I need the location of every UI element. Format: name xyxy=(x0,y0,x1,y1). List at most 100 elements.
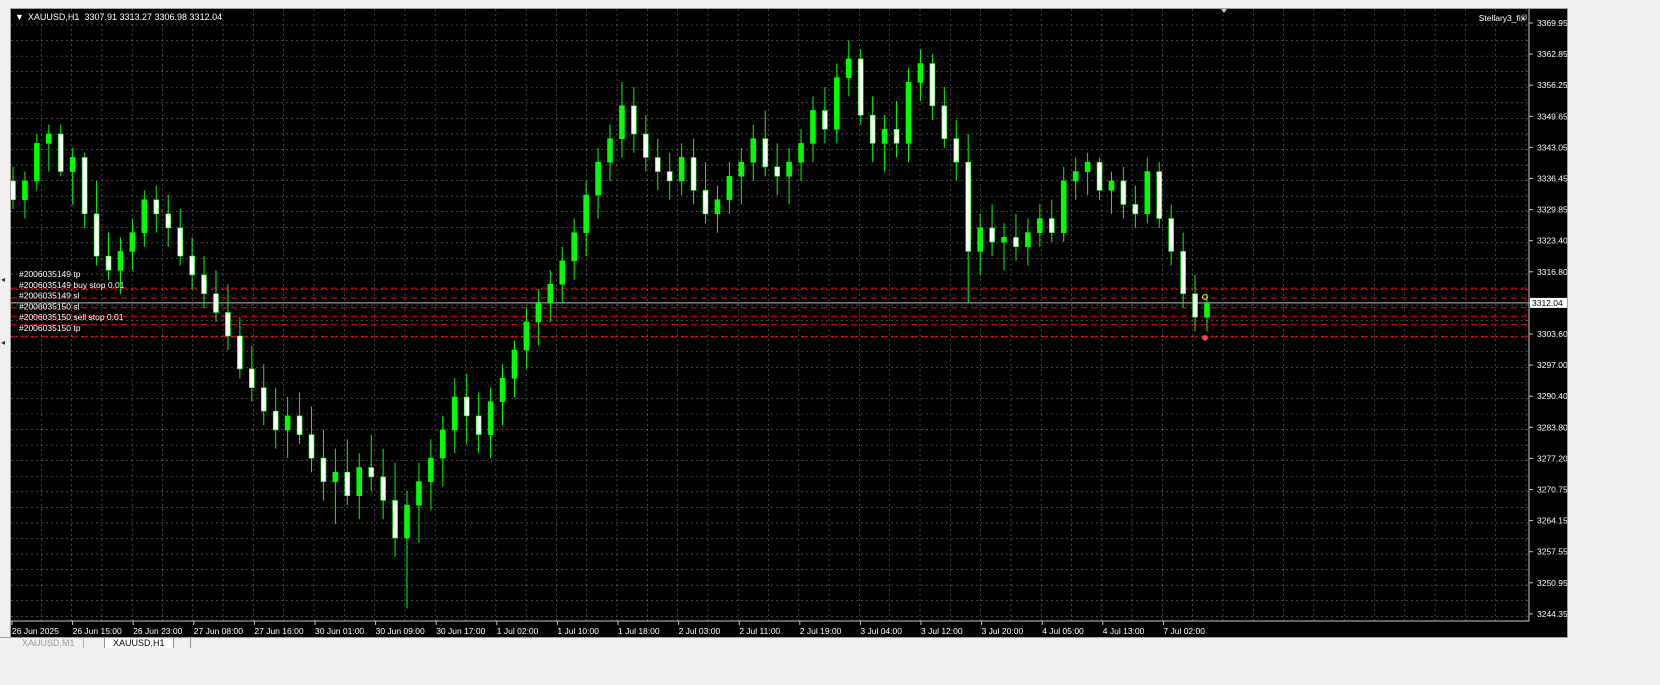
candle-body[interactable] xyxy=(523,321,530,351)
candle-body[interactable] xyxy=(726,175,733,201)
candle-body[interactable] xyxy=(93,213,100,257)
candle-body[interactable] xyxy=(475,415,482,435)
candle-body[interactable] xyxy=(834,77,840,130)
candle-body[interactable] xyxy=(404,504,410,539)
candle-body[interactable] xyxy=(1180,251,1186,295)
candle-body[interactable] xyxy=(392,500,398,539)
candle-body[interactable] xyxy=(690,157,697,191)
candle-body[interactable] xyxy=(284,415,291,431)
candle-body[interactable] xyxy=(165,213,172,229)
candle-body[interactable] xyxy=(46,133,52,144)
tab-xauusd-h1[interactable]: XAUUSD,H1 xyxy=(104,638,174,648)
candle-body[interactable] xyxy=(1060,180,1067,233)
candle-body[interactable] xyxy=(631,105,637,135)
candle-body[interactable] xyxy=(356,467,363,497)
candle-body[interactable] xyxy=(320,457,327,482)
candle-body[interactable] xyxy=(177,227,183,257)
candle-body[interactable] xyxy=(583,194,589,233)
candle-body[interactable] xyxy=(893,128,900,144)
candle-body[interactable] xyxy=(34,143,40,182)
candle-body[interactable] xyxy=(105,255,112,271)
candle-body[interactable] xyxy=(260,387,267,412)
dropdown-triangle-icon[interactable]: ▼ xyxy=(15,12,24,22)
candle-body[interactable] xyxy=(153,199,160,215)
candle-body[interactable] xyxy=(428,457,434,482)
candle-body[interactable] xyxy=(595,161,601,196)
candle-body[interactable] xyxy=(57,133,64,172)
candle-body[interactable] xyxy=(643,133,649,158)
candle-body[interactable] xyxy=(117,251,124,271)
price-chart[interactable]: #2006035149 tp#2006035149 buy stop 0.01#… xyxy=(11,9,1567,638)
tab-xauusd-m1[interactable]: XAUUSD,M1 xyxy=(14,638,84,648)
candle-body[interactable] xyxy=(917,63,924,83)
candle-body[interactable] xyxy=(619,105,625,139)
candle-body[interactable] xyxy=(714,199,721,215)
candle-body[interactable] xyxy=(499,377,506,403)
candle-body[interactable] xyxy=(463,396,470,417)
candle-body[interactable] xyxy=(1048,218,1055,233)
candle-body[interactable] xyxy=(1084,161,1091,172)
candle-body[interactable] xyxy=(535,302,542,323)
candle-body[interactable] xyxy=(201,274,207,295)
candle-body[interactable] xyxy=(1168,218,1174,252)
candle-body[interactable] xyxy=(845,58,852,78)
candle-body[interactable] xyxy=(440,429,446,459)
candle-body[interactable] xyxy=(977,227,983,252)
candle-body[interactable] xyxy=(1120,180,1127,205)
candle-body[interactable] xyxy=(1096,161,1103,191)
candle-body[interactable] xyxy=(1108,180,1115,191)
candle-body[interactable] xyxy=(380,476,386,501)
candle-body[interactable] xyxy=(762,138,769,168)
candle-body[interactable] xyxy=(965,161,972,252)
candle-body[interactable] xyxy=(511,349,518,379)
candle-body[interactable] xyxy=(487,401,494,435)
candle-body[interactable] xyxy=(607,138,613,163)
candle-body[interactable] xyxy=(249,368,255,388)
candle-body[interactable] xyxy=(1025,232,1031,248)
candle-body[interactable] xyxy=(225,312,231,337)
candle-body[interactable] xyxy=(1144,171,1151,215)
candle-body[interactable] xyxy=(344,471,351,497)
candle-body[interactable] xyxy=(929,63,936,107)
candle-body[interactable] xyxy=(559,260,566,285)
candle-body[interactable] xyxy=(368,467,375,478)
chart-window[interactable]: #2006035149 tp #2006035149 buy stop 0.01 #… xyxy=(10,8,1568,639)
candle-body[interactable] xyxy=(857,58,864,116)
candle-body[interactable] xyxy=(571,232,577,262)
candle-body[interactable] xyxy=(22,180,28,201)
candle-body[interactable] xyxy=(69,157,76,172)
candle-body[interactable] xyxy=(738,161,745,177)
candle-body[interactable] xyxy=(332,471,339,482)
candle-body[interactable] xyxy=(798,143,804,163)
candle-body[interactable] xyxy=(881,128,888,144)
candle-body[interactable] xyxy=(678,157,685,182)
candle-body[interactable] xyxy=(1192,293,1198,318)
candle-body[interactable] xyxy=(810,110,816,144)
candle-body[interactable] xyxy=(272,410,279,431)
candle-body[interactable] xyxy=(786,161,792,177)
candle-body[interactable] xyxy=(141,199,148,233)
candle-body[interactable] xyxy=(1204,302,1210,318)
candle-body[interactable] xyxy=(905,81,912,144)
candle-body[interactable] xyxy=(547,284,554,304)
candle-body[interactable] xyxy=(666,171,673,182)
candle-body[interactable] xyxy=(953,138,960,163)
candle-body[interactable] xyxy=(308,434,315,459)
candle-body[interactable] xyxy=(941,105,948,139)
candle-body[interactable] xyxy=(416,481,422,506)
candle-body[interactable] xyxy=(81,157,88,215)
candle-body[interactable] xyxy=(237,335,243,370)
candle-body[interactable] xyxy=(1156,171,1163,219)
candle-body[interactable] xyxy=(451,396,458,431)
candle-body[interactable] xyxy=(1132,204,1139,215)
candle-body[interactable] xyxy=(11,180,16,201)
candle-body[interactable] xyxy=(702,190,709,215)
candle-body[interactable] xyxy=(296,415,303,435)
candle-body[interactable] xyxy=(1001,237,1007,243)
candle-body[interactable] xyxy=(654,157,661,172)
candle-body[interactable] xyxy=(129,232,136,252)
candle-body[interactable] xyxy=(774,166,780,177)
candle-body[interactable] xyxy=(989,227,995,243)
candle-body[interactable] xyxy=(822,110,828,130)
candle-body[interactable] xyxy=(1037,218,1043,233)
